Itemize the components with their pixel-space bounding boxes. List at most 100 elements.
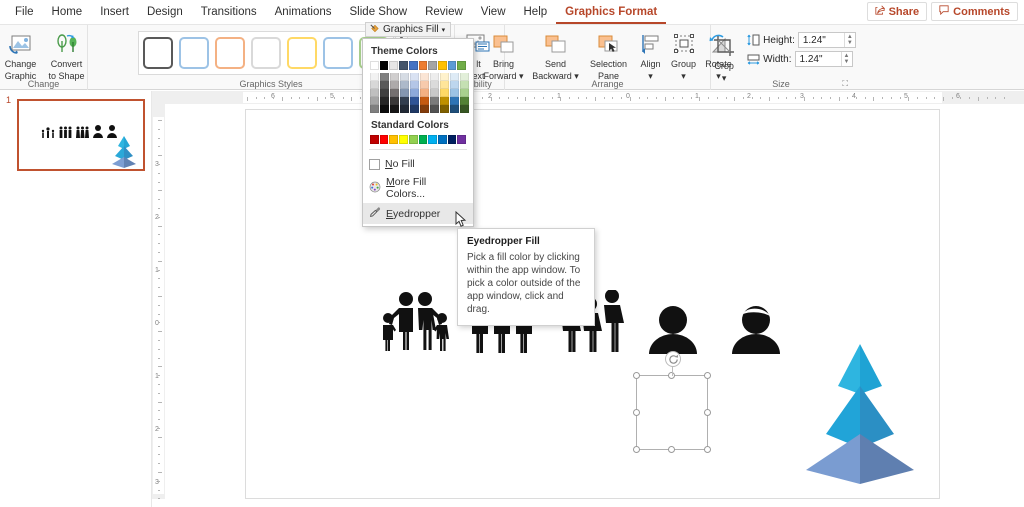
selection-pane-button[interactable]: Selection Pane — [584, 28, 634, 81]
theme-color-0-variant-2[interactable] — [370, 89, 379, 97]
theme-color-8-variant-0[interactable] — [450, 73, 459, 81]
theme-color-0-variant-0[interactable] — [370, 73, 379, 81]
theme-color-1-variant-4[interactable] — [380, 105, 389, 113]
theme-color-6-variant-3[interactable] — [430, 97, 439, 105]
theme-color-9-variant-3[interactable] — [460, 97, 469, 105]
bring-forward-button[interactable]: Bring Forward ▾ — [480, 28, 528, 81]
theme-color-5-variant-0[interactable] — [420, 73, 429, 81]
theme-color-8[interactable] — [447, 61, 457, 70]
theme-color-8-variant-3[interactable] — [450, 97, 459, 105]
style-chip-3[interactable] — [215, 37, 245, 69]
theme-color-3-variant-0[interactable] — [400, 73, 409, 81]
group-button[interactable]: Group ▾ — [668, 28, 700, 81]
pyramid-graphic[interactable] — [796, 342, 924, 487]
theme-color-4-variant-4[interactable] — [410, 105, 419, 113]
theme-color-4-variant-3[interactable] — [410, 97, 419, 105]
change-graphic-button[interactable]: Change Graphic — [0, 28, 44, 81]
standard-color-7[interactable] — [437, 135, 447, 144]
standard-color-9[interactable] — [457, 135, 467, 144]
tab-design[interactable]: Design — [138, 0, 192, 24]
tab-animations[interactable]: Animations — [266, 0, 341, 24]
slide-thumbnail-1[interactable] — [17, 99, 145, 171]
standard-color-0[interactable] — [370, 135, 379, 144]
theme-color-7-variant-0[interactable] — [440, 73, 449, 81]
theme-color-8-variant-2[interactable] — [450, 89, 459, 97]
family-icon[interactable] — [378, 290, 452, 355]
height-stepper[interactable]: ▲ ▼ — [843, 33, 855, 47]
theme-colors-base-row[interactable] — [363, 61, 473, 70]
theme-color-5[interactable] — [418, 61, 428, 70]
comments-button[interactable]: Comments — [931, 2, 1018, 21]
standard-color-4[interactable] — [408, 135, 418, 144]
theme-color-4-variant-2[interactable] — [410, 89, 419, 97]
theme-color-4-variant-1[interactable] — [410, 81, 419, 89]
theme-color-4-variant-0[interactable] — [410, 73, 419, 81]
width-stepper[interactable]: ▲ ▼ — [840, 52, 852, 66]
theme-color-2-variant-1[interactable] — [390, 81, 399, 89]
tab-slide-show[interactable]: Slide Show — [341, 0, 417, 24]
theme-color-2-variant-3[interactable] — [390, 97, 399, 105]
theme-color-3-variant-2[interactable] — [400, 89, 409, 97]
standard-colors-row[interactable] — [363, 135, 473, 144]
person-icon[interactable] — [646, 306, 700, 357]
theme-color-9-variant-2[interactable] — [460, 89, 469, 97]
tab-view[interactable]: View — [472, 0, 515, 24]
standard-color-2[interactable] — [389, 135, 399, 144]
tab-home[interactable]: Home — [43, 0, 92, 24]
standard-color-5[interactable] — [418, 135, 428, 144]
theme-color-9-variant-0[interactable] — [460, 73, 469, 81]
standard-color-3[interactable] — [399, 135, 408, 144]
style-chip-5[interactable] — [287, 37, 317, 69]
no-fill-item[interactable]: No Fill — [363, 155, 473, 173]
align-button[interactable]: Align ▾ — [636, 28, 666, 81]
standard-color-1[interactable] — [379, 135, 389, 144]
tab-insert[interactable]: Insert — [91, 0, 138, 24]
theme-color-0[interactable] — [370, 61, 379, 70]
style-chip-6[interactable] — [323, 37, 353, 69]
style-chip-4[interactable] — [251, 37, 281, 69]
dialog-launcher-icon[interactable]: ⛶ — [842, 79, 848, 89]
theme-color-5-variant-3[interactable] — [420, 97, 429, 105]
theme-color-7-variant-3[interactable] — [440, 97, 449, 105]
theme-color-2-variant-4[interactable] — [390, 105, 399, 113]
theme-color-7-variant-4[interactable] — [440, 105, 449, 113]
tab-graphics-format[interactable]: Graphics Format — [556, 0, 667, 24]
send-backward-button[interactable]: Send Backward ▾ — [530, 28, 582, 81]
theme-color-6[interactable] — [428, 61, 437, 70]
theme-color-2[interactable] — [389, 61, 399, 70]
theme-color-1-variant-3[interactable] — [380, 97, 389, 105]
theme-color-3-variant-4[interactable] — [400, 105, 409, 113]
resize-handle-s[interactable] — [668, 446, 675, 453]
theme-color-9-variant-4[interactable] — [460, 105, 469, 113]
chevron-down-icon[interactable]: ▾ — [442, 26, 446, 34]
theme-color-7[interactable] — [437, 61, 447, 70]
theme-color-4[interactable] — [408, 61, 418, 70]
more-fill-colors-item[interactable]: More Fill Colors... — [363, 173, 473, 203]
theme-color-2-variant-2[interactable] — [390, 89, 399, 97]
theme-color-2-variant-0[interactable] — [390, 73, 399, 81]
theme-color-3[interactable] — [399, 61, 408, 70]
theme-color-1[interactable] — [379, 61, 389, 70]
theme-color-1-variant-1[interactable] — [380, 81, 389, 89]
style-chip-2[interactable] — [179, 37, 209, 69]
theme-color-3-variant-3[interactable] — [400, 97, 409, 105]
theme-color-5-variant-4[interactable] — [420, 105, 429, 113]
theme-color-5-variant-2[interactable] — [420, 89, 429, 97]
horizontal-ruler[interactable]: 6 5 2 1 0 1 2 3 4 5 6 — [152, 91, 1024, 104]
convert-to-shape-button[interactable]: Convert to Shape — [44, 28, 90, 81]
rotate-handle-icon[interactable] — [665, 351, 681, 367]
theme-color-9[interactable] — [457, 61, 467, 70]
graphics-fill-button[interactable]: Graphics Fill ▾ — [365, 22, 452, 37]
vertical-ruler[interactable]: 3 2 1 0 1 2 3 — [152, 104, 165, 507]
theme-color-7-variant-2[interactable] — [440, 89, 449, 97]
tab-review[interactable]: Review — [416, 0, 472, 24]
theme-color-1-variant-0[interactable] — [380, 73, 389, 81]
theme-color-6-variant-4[interactable] — [430, 105, 439, 113]
resize-handle-se[interactable] — [704, 446, 711, 453]
resize-handle-sw[interactable] — [633, 446, 640, 453]
theme-color-0-variant-1[interactable] — [370, 81, 379, 89]
tab-help[interactable]: Help — [515, 0, 557, 24]
theme-color-8-variant-1[interactable] — [450, 81, 459, 89]
theme-color-0-variant-3[interactable] — [370, 97, 379, 105]
graphics-styles-gallery[interactable] — [138, 31, 394, 75]
